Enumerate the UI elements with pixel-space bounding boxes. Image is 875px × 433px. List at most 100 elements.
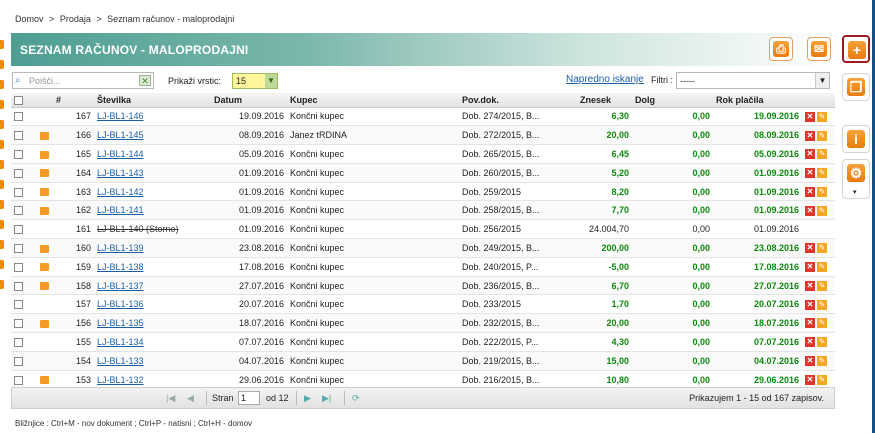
row-checkbox[interactable] (14, 319, 23, 329)
copy-button[interactable]: ❐ (842, 73, 870, 101)
table-row[interactable]: 160 LJ-BL1-139 23.08.2016 Končni kupec Dob. … (11, 238, 835, 258)
print-icon[interactable] (40, 282, 49, 291)
row-checkbox[interactable] (14, 112, 23, 122)
invoice-number-link[interactable]: LJ-BL1-137 (97, 281, 144, 291)
column-header-znesek[interactable]: Znesek (577, 93, 632, 108)
edit-icon[interactable]: ✎ (817, 299, 827, 310)
table-row[interactable]: 158 LJ-BL1-137 27.07.2016 Končni kupec Dob. … (11, 276, 835, 296)
table-row[interactable]: 163 LJ-BL1-142 01.09.2016 Končni kupec Dob. … (11, 182, 835, 202)
edit-icon[interactable]: ✎ (817, 243, 827, 254)
page-input[interactable]: 1 (238, 391, 260, 405)
delete-icon[interactable]: ✕ (805, 318, 815, 329)
invoice-number-link[interactable]: LJ-BL1-134 (97, 337, 144, 347)
next-page-icon[interactable]: ▶ (304, 393, 311, 404)
edit-icon[interactable]: ✎ (817, 130, 827, 141)
search-input[interactable]: ⌕ Poišči... ✕ (12, 72, 154, 89)
column-header-dolg[interactable]: Dolg (632, 93, 713, 108)
table-row[interactable]: 154 LJ-BL1-133 04.07.2016 Končni kupec Dob. … (11, 351, 835, 371)
row-checkbox[interactable] (14, 338, 23, 348)
delete-icon[interactable]: ✕ (805, 186, 815, 197)
table-row[interactable]: 156 LJ-BL1-135 18.07.2016 Končni kupec Dob. … (11, 313, 835, 334)
edit-icon[interactable]: ✎ (817, 111, 827, 122)
row-checkbox[interactable] (14, 225, 23, 235)
edit-icon[interactable]: ✎ (817, 262, 827, 273)
print-icon[interactable] (40, 263, 49, 272)
delete-icon[interactable]: ✕ (805, 243, 815, 254)
delete-icon[interactable]: ✕ (805, 356, 815, 367)
print-icon[interactable] (40, 319, 49, 328)
select-all-checkbox[interactable] (14, 95, 23, 105)
invoice-number-link[interactable]: LJ-BL1-135 (97, 318, 144, 328)
edit-icon[interactable]: ✎ (817, 205, 827, 216)
table-row[interactable]: 157 LJ-BL1-136 20.07.2016 Končni kupec Dob. … (11, 294, 835, 315)
delete-icon[interactable]: ✕ (805, 280, 815, 291)
prev-page-icon[interactable]: ◀ (187, 393, 194, 404)
invoice-number-link[interactable]: LJ-BL1-145 (97, 130, 144, 140)
delete-icon[interactable]: ✕ (805, 337, 815, 348)
invoice-number-link[interactable]: LJ-BL1-141 (97, 205, 144, 215)
table-row[interactable]: 165 LJ-BL1-144 05.09.2016 Končni kupec Dob. … (11, 144, 835, 164)
table-row[interactable]: 155 LJ-BL1-134 07.07.2016 Končni kupec Dob. … (11, 332, 835, 352)
delete-icon[interactable]: ✕ (805, 299, 815, 310)
row-checkbox[interactable] (14, 206, 23, 216)
invoice-number-link[interactable]: LJ-BL1-143 (97, 168, 144, 178)
edit-icon[interactable]: ✎ (817, 337, 827, 348)
print-icon[interactable] (40, 188, 49, 197)
column-header-povdok[interactable]: Pov.dok. (459, 93, 577, 108)
edit-icon[interactable]: ✎ (817, 318, 827, 329)
breadcrumb-home[interactable]: Domov (15, 14, 44, 24)
delete-icon[interactable]: ✕ (805, 205, 815, 216)
breadcrumb-prodaja[interactable]: Prodaja (60, 14, 91, 24)
invoice-number-link[interactable]: LJ-BL1-142 (97, 187, 144, 197)
invoice-number-link[interactable]: LJ-BL1-146 (97, 111, 144, 121)
invoice-number-link[interactable]: LJ-BL1-138 (97, 262, 144, 272)
row-checkbox[interactable] (14, 300, 23, 310)
column-header-kupec[interactable]: Kupec (287, 93, 459, 108)
print-icon[interactable] (40, 207, 49, 215)
invoice-number-link[interactable]: LJ-BL1-136 (97, 299, 144, 309)
row-checkbox[interactable] (14, 131, 23, 141)
advanced-search-link[interactable]: Napredno iskanje (566, 74, 644, 85)
invoice-number-link[interactable]: LJ-BL1-144 (97, 149, 144, 159)
print-icon[interactable] (40, 150, 49, 159)
first-page-icon[interactable]: |◀ (166, 393, 175, 404)
delete-icon[interactable]: ✕ (805, 149, 815, 160)
print-icon[interactable] (40, 131, 49, 140)
edit-icon[interactable]: ✎ (817, 356, 827, 367)
column-header-num[interactable]: # (53, 93, 94, 108)
row-checkbox[interactable] (14, 262, 23, 272)
delete-icon[interactable]: ✕ (805, 374, 815, 385)
table-row[interactable]: 164 LJ-BL1-143 01.09.2016 Končni kupec Dob. … (11, 163, 835, 183)
last-page-icon[interactable]: ▶| (322, 393, 331, 404)
email-button[interactable]: ✉ (807, 37, 831, 61)
row-checkbox[interactable] (14, 150, 23, 160)
print-icon[interactable] (40, 376, 49, 385)
delete-icon[interactable]: ✕ (805, 111, 815, 122)
delete-icon[interactable]: ✕ (805, 262, 815, 273)
filters-select[interactable]: ----- ▼ (676, 72, 830, 89)
edit-icon[interactable]: ✎ (817, 280, 827, 291)
edit-icon[interactable]: ✎ (817, 186, 827, 197)
settings-button[interactable]: ⚙ ▾ (842, 159, 870, 199)
row-checkbox[interactable] (14, 356, 23, 366)
edit-icon[interactable]: ✎ (817, 168, 827, 179)
add-button[interactable]: + (842, 35, 870, 63)
column-header-stevilka[interactable]: Številka (94, 93, 211, 108)
rows-select[interactable]: 15 ▼ (232, 73, 278, 89)
edit-icon[interactable]: ✎ (817, 374, 827, 385)
info-button[interactable]: i (842, 125, 870, 153)
column-header-datum[interactable]: Datum (211, 93, 287, 108)
row-checkbox[interactable] (14, 244, 23, 254)
print-button[interactable]: ⎙ (769, 37, 793, 61)
delete-icon[interactable]: ✕ (805, 130, 815, 141)
row-checkbox[interactable] (14, 281, 23, 291)
table-row[interactable]: 161 LJ-BL1-140 (Storno) 01.09.2016 Končni k… (11, 219, 835, 240)
print-icon[interactable] (40, 169, 49, 178)
invoice-number-link[interactable]: LJ-BL1-132 (97, 375, 144, 385)
row-checkbox[interactable] (14, 187, 23, 197)
invoice-number-link[interactable]: LJ-BL1-139 (97, 243, 144, 253)
row-checkbox[interactable] (14, 375, 23, 385)
table-row[interactable]: 159 LJ-BL1-138 17.08.2016 Končni kupec Dob. … (11, 257, 835, 277)
row-checkbox[interactable] (14, 168, 23, 178)
table-row[interactable]: 162 LJ-BL1-141 01.09.2016 Končni kupec Dob. … (11, 200, 835, 221)
